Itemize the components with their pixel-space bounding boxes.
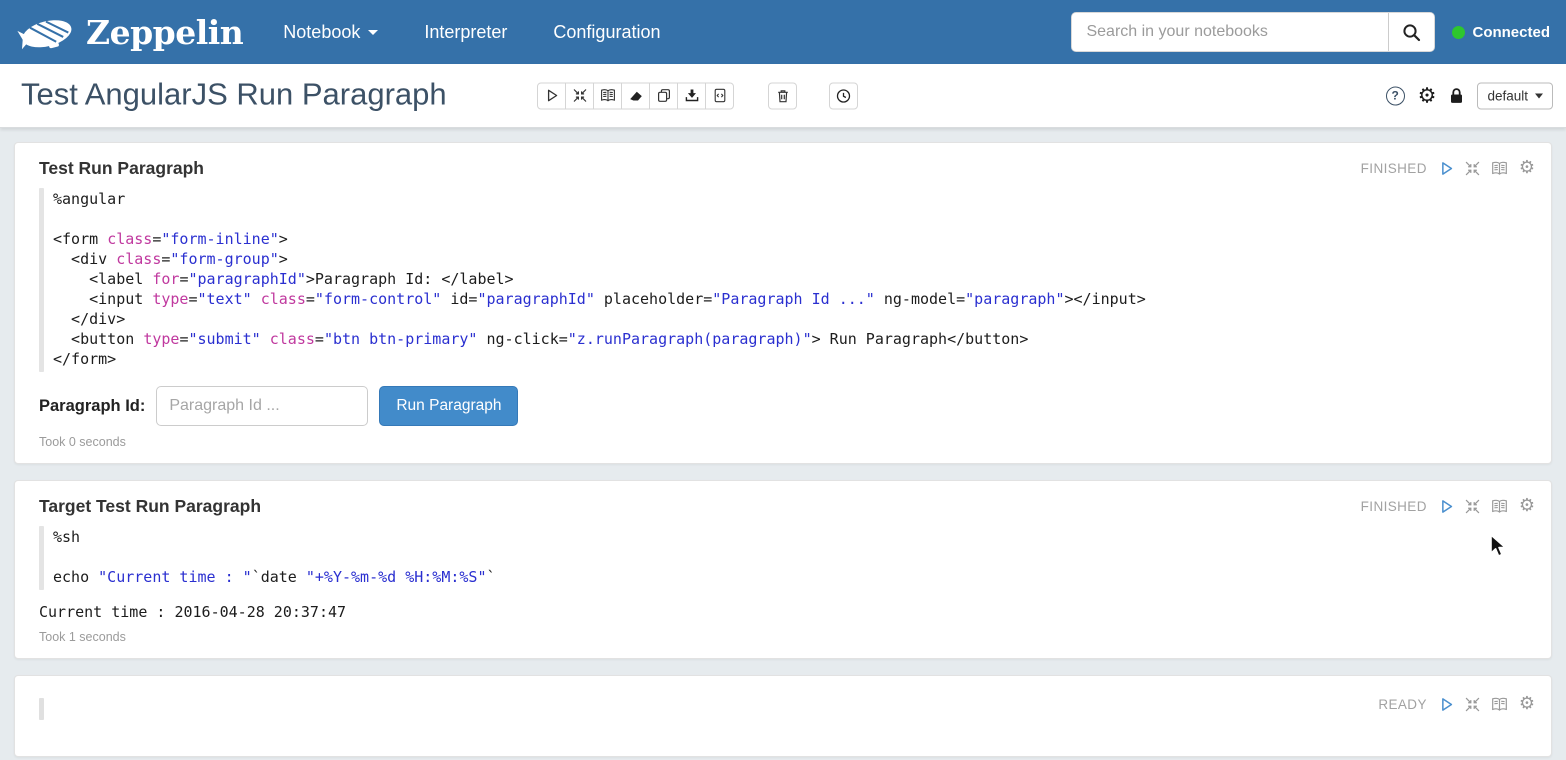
- paragraph-title: Test Run Paragraph: [39, 158, 204, 179]
- search-icon: [1402, 23, 1421, 42]
- note-content: Test Run Paragraph FINISHED: [0, 128, 1566, 757]
- paragraph-id-input[interactable]: [156, 386, 368, 426]
- paragraph-settings-gear-icon[interactable]: ⚙: [1519, 695, 1535, 713]
- collapse-button[interactable]: [565, 82, 594, 109]
- compress-icon[interactable]: [1465, 161, 1480, 176]
- paragraph-controls: FINISHED ⚙: [1361, 159, 1535, 177]
- code-lines[interactable]: %angular <form class="form-inline"> <div…: [53, 188, 1146, 372]
- code-file-icon: [713, 89, 727, 103]
- nav-interpreter-label: Interpreter: [424, 22, 507, 43]
- clock-icon: [836, 88, 851, 103]
- export-note-button[interactable]: [677, 82, 706, 109]
- paragraph-id-label: Paragraph Id:: [39, 397, 145, 416]
- search-input[interactable]: [1072, 13, 1388, 51]
- code-editor[interactable]: %sh echo "Current time : "`date "+%Y-%m-…: [39, 526, 1535, 590]
- run-all-button[interactable]: [537, 82, 566, 109]
- status-badge: READY: [1378, 697, 1427, 712]
- chevron-down-icon: [1535, 93, 1543, 98]
- execution-time: Took 0 seconds: [39, 435, 1535, 449]
- execution-time: Took 1 seconds: [39, 630, 1535, 644]
- play-icon: [545, 89, 559, 103]
- editor-gutter: [39, 526, 44, 590]
- book-icon[interactable]: [1491, 161, 1508, 176]
- help-icon[interactable]: ?: [1386, 86, 1405, 105]
- code-editor[interactable]: %angular <form class="form-inline"> <div…: [39, 188, 1535, 372]
- connected-dot-icon: [1452, 26, 1465, 39]
- brand-title: Zeppelin: [86, 13, 243, 52]
- note-header: Test AngularJS Run Paragraph: [0, 64, 1566, 128]
- top-navbar: Zeppelin Notebook Interpreter Configurat…: [0, 0, 1566, 64]
- paragraph-title: Target Test Run Paragraph: [39, 496, 261, 517]
- nav-notebook-label: Notebook: [283, 22, 360, 43]
- clear-output-button[interactable]: [621, 82, 650, 109]
- scheduler-button[interactable]: [829, 82, 858, 109]
- download-icon: [685, 89, 699, 103]
- nav-notebook[interactable]: Notebook: [283, 22, 378, 43]
- eraser-icon: [629, 89, 643, 103]
- angular-form-output: Paragraph Id: Run Paragraph: [39, 386, 1535, 426]
- trash-icon: [776, 88, 790, 103]
- run-paragraph-button[interactable]: Run Paragraph: [379, 386, 518, 426]
- nav-configuration-label: Configuration: [553, 22, 660, 43]
- status-badge: FINISHED: [1361, 161, 1427, 176]
- paragraph-empty: READY ⚙: [14, 675, 1552, 757]
- paragraph-settings-gear-icon[interactable]: ⚙: [1519, 159, 1535, 177]
- chevron-down-icon: [368, 30, 378, 35]
- compress-icon[interactable]: [1465, 499, 1480, 514]
- paragraph-settings-gear-icon[interactable]: ⚙: [1519, 497, 1535, 515]
- editor-gutter: [39, 188, 44, 372]
- interpreter-binding-dropdown[interactable]: default: [1477, 82, 1553, 109]
- note-toolbar: [537, 82, 858, 109]
- notebook-search: [1071, 12, 1435, 52]
- book-icon[interactable]: [1491, 697, 1508, 712]
- run-paragraph-icon[interactable]: [1439, 499, 1454, 514]
- nav-interpreter[interactable]: Interpreter: [424, 22, 507, 43]
- paragraph-test-run: Test Run Paragraph FINISHED: [14, 142, 1552, 464]
- settings-gear-icon[interactable]: ⚙: [1418, 85, 1437, 106]
- code-lines[interactable]: %sh echo "Current time : "`date "+%Y-%m-…: [53, 526, 496, 590]
- clone-icon: [657, 89, 671, 103]
- main-nav: Notebook Interpreter Configuration: [283, 22, 660, 43]
- help-glyph: ?: [1391, 89, 1398, 103]
- search-button[interactable]: [1388, 13, 1434, 51]
- remove-note-button[interactable]: [768, 82, 797, 109]
- zeppelin-logo-icon: [16, 10, 76, 54]
- editor-gutter[interactable]: [39, 698, 44, 720]
- default-label: default: [1487, 88, 1528, 103]
- paragraph-controls: FINISHED ⚙: [1361, 497, 1535, 515]
- paragraph-output: Current time : 2016-04-28 20:37:47: [39, 603, 1535, 621]
- book-icon[interactable]: [1491, 499, 1508, 514]
- run-paragraph-icon[interactable]: [1439, 161, 1454, 176]
- compress-icon: [573, 89, 587, 103]
- compress-icon[interactable]: [1465, 697, 1480, 712]
- lock-icon[interactable]: [1449, 87, 1464, 104]
- paragraph-controls: READY ⚙: [1378, 695, 1535, 713]
- book-icon: [600, 89, 616, 103]
- zeppelin-brand[interactable]: Zeppelin: [16, 10, 243, 54]
- nav-configuration[interactable]: Configuration: [553, 22, 660, 43]
- connected-label: Connected: [1472, 24, 1550, 41]
- run-paragraph-icon[interactable]: [1439, 697, 1454, 712]
- connection-status: Connected: [1452, 24, 1550, 41]
- status-badge: FINISHED: [1361, 499, 1427, 514]
- code-view-button[interactable]: [705, 82, 734, 109]
- clone-note-button[interactable]: [649, 82, 678, 109]
- note-title[interactable]: Test AngularJS Run Paragraph: [21, 76, 447, 112]
- show-hide-code-button[interactable]: [593, 82, 622, 109]
- paragraph-target-test-run: Target Test Run Paragraph FINISHED: [14, 480, 1552, 659]
